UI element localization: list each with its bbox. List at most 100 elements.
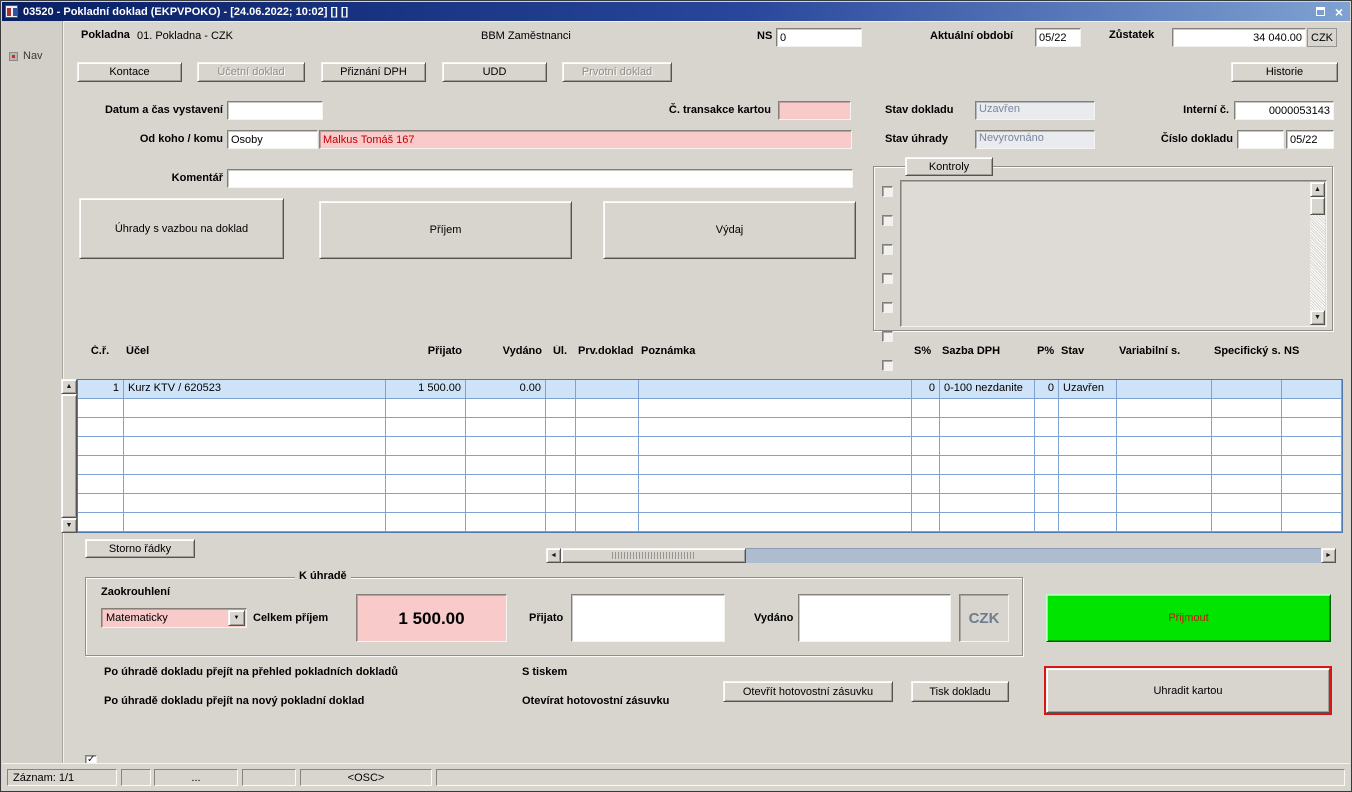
scroll-up-button[interactable]: ▲ — [1310, 182, 1325, 197]
kontroly-checkbox: ✓ — [882, 331, 893, 342]
kontroly-checkbox: ✓ — [882, 186, 893, 197]
dropdown-button[interactable]: ▼ — [228, 610, 245, 626]
kontace-button[interactable]: Kontace — [77, 62, 182, 82]
obdobi-input[interactable] — [1035, 28, 1081, 47]
app-icon — [5, 5, 18, 18]
cell-stav: Uzavřen — [1059, 380, 1117, 399]
arrow-right-icon: ► — [1325, 552, 1332, 559]
kontroly-scrollbar[interactable]: ▲ ▼ — [1310, 182, 1325, 325]
scroll-right-button[interactable]: ► — [1321, 548, 1336, 563]
cislo-obdobi-input[interactable] — [1286, 130, 1334, 149]
scroll-thumb[interactable] — [1310, 197, 1325, 215]
zustatek-input — [1172, 28, 1306, 47]
table-row-empty[interactable] — [78, 456, 1342, 475]
scroll-track[interactable] — [746, 548, 1321, 563]
app-window: 03520 - Pokladní doklad (EKPVPOKO) - [24… — [0, 0, 1352, 792]
col-header: Účel — [123, 345, 385, 361]
statusbar-record: Záznam: 1/1 — [7, 769, 117, 786]
arrow-up-icon: ▲ — [1314, 182, 1321, 197]
cislo-label: Číslo dokladu — [1139, 133, 1233, 145]
thumb-grip — [612, 552, 696, 559]
cell-cr: 1 — [78, 380, 124, 399]
table-row-empty[interactable] — [78, 437, 1342, 456]
scroll-track[interactable] — [1310, 215, 1325, 310]
arrow-up-icon: ▲ — [66, 383, 73, 390]
scroll-thumb[interactable] — [61, 394, 77, 518]
window-restore-button[interactable] — [1312, 4, 1328, 19]
udd-button[interactable]: UDD — [442, 62, 547, 82]
odkoho-type-input[interactable] — [227, 130, 318, 149]
statusbar-cell — [242, 769, 296, 786]
prijato-input[interactable] — [571, 594, 725, 642]
datum-label: Datum a čas vystavení — [67, 104, 223, 116]
kontroly-list: ▲ ▼ — [900, 180, 1327, 327]
window-close-button[interactable]: × — [1331, 4, 1347, 19]
k-uhrade-legend: K úhradě — [295, 570, 351, 582]
arrow-left-icon: ◄ — [550, 552, 557, 559]
tisk-dokladu-button[interactable]: Tisk dokladu — [911, 681, 1009, 702]
vydaj-button[interactable]: Výdaj — [603, 201, 856, 259]
scroll-down-button[interactable]: ▼ — [1310, 310, 1325, 325]
datum-input[interactable] — [227, 101, 323, 120]
otevrit-zasuvku-button[interactable]: Otevřít hotovostní zásuvku — [723, 681, 893, 702]
obdobi-label: Aktuální období — [930, 30, 1013, 42]
ns-input[interactable] — [776, 28, 862, 47]
cislo-input[interactable] — [1237, 130, 1284, 149]
vydano-input[interactable] — [798, 594, 951, 642]
zaokrouhleni-select[interactable]: Matematicky ▼ — [101, 608, 247, 628]
col-header: Vydáno — [465, 345, 545, 361]
scroll-thumb[interactable] — [561, 548, 746, 563]
stav-uhrady-label: Stav úhrady — [885, 133, 948, 145]
close-icon: × — [1335, 5, 1343, 19]
prijem-button[interactable]: Příjem — [319, 201, 572, 259]
cell-ns — [1282, 380, 1342, 399]
table-vertical-scrollbar[interactable]: ▲ ▼ — [61, 379, 77, 533]
uhradit-kartou-button[interactable]: Uhradit kartou — [1046, 668, 1330, 713]
statusbar-osc: <OSC> — [300, 769, 432, 786]
statusbar-cell — [121, 769, 151, 786]
historie-button[interactable]: Historie — [1231, 62, 1338, 82]
table-horizontal-scrollbar[interactable]: ◄ ► — [546, 548, 1336, 563]
komentar-input[interactable] — [227, 169, 853, 188]
table-body: 1 Kurz KTV / 620523 1 500.00 0.00 0 0-10… — [77, 379, 1343, 533]
cell-specificky — [1212, 380, 1282, 399]
kontroly-button[interactable]: Kontroly — [905, 157, 993, 176]
zustatek-label: Zůstatek — [1109, 29, 1154, 41]
nav-label[interactable]: Nav — [23, 50, 43, 62]
odkoho-value-input[interactable] — [319, 130, 852, 149]
stav-dokladu-field: Uzavřen — [975, 101, 1095, 120]
titlebar: 03520 - Pokladní doklad (EKPVPOKO) - [24… — [2, 2, 1350, 21]
table-row-empty[interactable] — [78, 513, 1342, 532]
checkbox-novy-doklad-label: Po úhradě dokladu přejít na nový pokladn… — [104, 695, 364, 707]
celkem-label: Celkem příjem — [253, 612, 328, 624]
statusbar: Záznam: 1/1 ... <OSC> — [2, 763, 1350, 790]
zamestnanci-label: BBM Zaměstnanci — [481, 30, 571, 42]
checkbox-s-tiskem-label: S tiskem — [522, 666, 567, 678]
cell-prvdoklad — [576, 380, 639, 399]
scroll-down-button[interactable]: ▼ — [61, 518, 77, 533]
prijmout-button[interactable]: Přijmout — [1046, 594, 1331, 642]
table-row-empty[interactable] — [78, 399, 1342, 418]
transakce-input — [778, 101, 851, 120]
currency-box: CZK — [959, 594, 1009, 642]
table-row-empty[interactable] — [78, 494, 1342, 513]
arrow-down-icon: ▼ — [1314, 310, 1321, 325]
celkem-value: 1 500.00 — [356, 594, 507, 642]
storno-radky-button[interactable]: Storno řádky — [85, 539, 195, 558]
prvotni-doklad-button: Prvotní doklad — [562, 62, 672, 82]
kontroly-checkbox: ✓ — [882, 215, 893, 226]
table-row-empty[interactable] — [78, 418, 1342, 437]
cell-variabilni — [1117, 380, 1212, 399]
col-header: Poznámka — [638, 345, 911, 361]
table-row-selected[interactable]: 1 Kurz KTV / 620523 1 500.00 0.00 0 0-10… — [78, 380, 1342, 399]
scroll-up-button[interactable]: ▲ — [61, 379, 77, 394]
col-header: Stav — [1058, 345, 1116, 361]
scroll-left-button[interactable]: ◄ — [546, 548, 561, 563]
uhradit-kartou-highlight: Uhradit kartou — [1044, 666, 1332, 715]
table-header-row: Č.ř. Účel Přijato Vydáno Úl. Prv.doklad … — [77, 345, 1343, 361]
cell-ul — [546, 380, 576, 399]
pokladna-label: Pokladna — [81, 29, 130, 41]
table-row-empty[interactable] — [78, 475, 1342, 494]
priznani-dph-button[interactable]: Přiznání DPH — [321, 62, 426, 82]
uhrady-vazba-button[interactable]: Úhrady s vazbou na doklad — [79, 198, 284, 259]
